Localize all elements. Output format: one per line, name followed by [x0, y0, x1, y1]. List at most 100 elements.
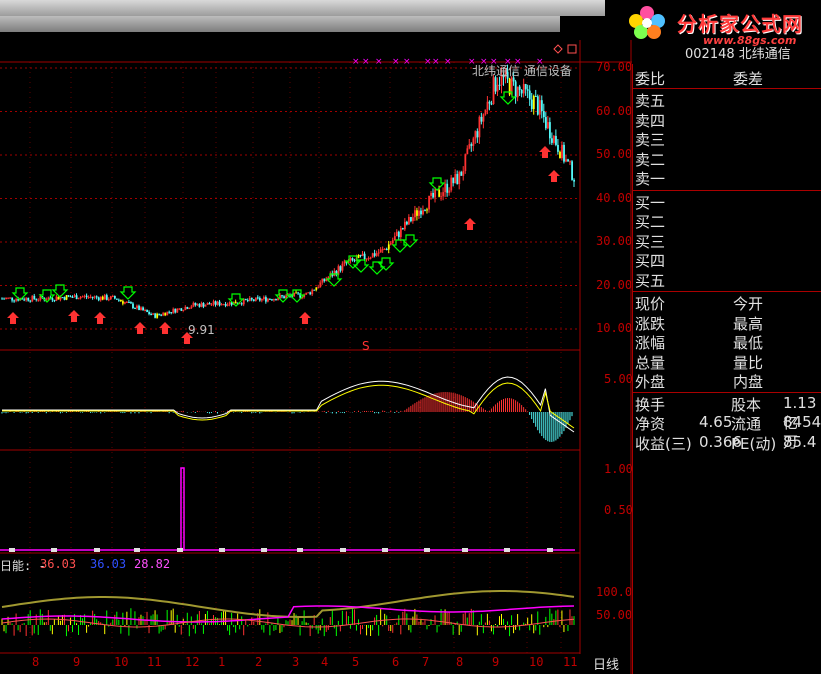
chart-area[interactable]: × × × × × × × × × × × × × × [0, 40, 632, 674]
candle-body [81, 296, 84, 298]
candle-body [317, 287, 320, 289]
period-label[interactable]: 日线 [593, 654, 619, 673]
candle-body [281, 295, 283, 297]
indicator-dot [9, 548, 15, 552]
candle-body [113, 296, 116, 299]
candle-body [152, 313, 155, 315]
buy-level-label: 买五 [635, 271, 666, 290]
date-tick-label: 10 [114, 655, 129, 669]
candle-body [323, 278, 326, 282]
price-tick-label: 30.00 [596, 234, 633, 248]
candle-body [254, 297, 257, 301]
candle-body [97, 297, 100, 301]
candle-body [194, 302, 197, 306]
candlestick-series [1, 64, 575, 319]
buy-level-label: 买一 [635, 193, 666, 212]
candle-body [526, 89, 529, 91]
candle-body [404, 221, 406, 230]
candle-body [518, 86, 521, 90]
candle-body [93, 296, 96, 298]
candle-body [208, 303, 211, 305]
candle-body [559, 151, 561, 159]
toolbar-strip [0, 16, 560, 32]
candle-body [494, 77, 497, 92]
candle-body [61, 297, 64, 299]
candle-body [480, 116, 483, 122]
candle-body [565, 159, 567, 162]
stat-field-label: 流通 [731, 415, 762, 433]
candle-body [283, 296, 285, 299]
candle-body [311, 289, 314, 295]
candle-body [520, 89, 523, 94]
candle-body [83, 295, 86, 297]
candle-body [381, 249, 384, 251]
candle-body [464, 154, 467, 171]
candle-body [242, 298, 245, 305]
candle-body [569, 161, 571, 163]
quote-field-label: 内盘 [733, 373, 764, 391]
candle-body [275, 298, 277, 301]
candle-body [309, 292, 312, 295]
candle-body [430, 192, 432, 196]
buy-arrow-icon [159, 322, 171, 334]
candle-body [71, 296, 74, 298]
signal-marker-icon: × [375, 57, 383, 67]
candle-body [101, 296, 104, 300]
candle-body [547, 122, 549, 129]
candle-body [389, 243, 392, 245]
candle-body [484, 109, 487, 115]
buy-arrow-icon [94, 312, 106, 324]
candle-body [263, 297, 265, 300]
signal-marker-icon: × [432, 57, 440, 67]
candle-body [13, 300, 16, 302]
candle-body [31, 295, 34, 302]
candle-body [454, 174, 457, 184]
candle-body [307, 292, 310, 294]
stat-field-value: 85.4 [783, 432, 817, 451]
candle-body [77, 298, 80, 300]
candle-body [555, 135, 557, 145]
quote-field-label: 外盘 [635, 373, 666, 391]
candle-body [315, 287, 318, 290]
sell-level-label: 卖四 [635, 111, 666, 130]
indicator-dot [219, 548, 225, 552]
volume-tick-label: 50.00 [596, 608, 633, 622]
candle-body [297, 292, 300, 294]
candle-body [111, 296, 114, 298]
candle-body [498, 84, 501, 86]
candle-body [319, 282, 322, 288]
buy-arrow-icon [539, 146, 551, 158]
indicator-tick-label: 1.00 [604, 462, 633, 476]
candle-body [259, 297, 261, 301]
quote-field-label: 涨跌 [635, 314, 666, 333]
weicha-label: 委差 [733, 70, 764, 88]
quote-field-label: 量比 [733, 353, 764, 372]
candle-body [442, 192, 445, 197]
indicator-dot [424, 548, 430, 552]
candle-body [206, 303, 209, 305]
candle-body [87, 296, 90, 298]
candle-body [438, 189, 441, 197]
candle-body [351, 258, 354, 261]
sell-level-label: 卖五 [635, 92, 666, 110]
candle-body [295, 292, 298, 294]
candle-body [357, 254, 360, 258]
candle-body [379, 249, 382, 253]
candle-body [514, 81, 517, 98]
buy-level-label: 买二 [635, 213, 666, 231]
quote-field-label: 今开 [733, 295, 764, 313]
quote-field-label: 涨幅 [635, 334, 666, 352]
stat-field-value: 4.65 [699, 413, 733, 431]
sell-arrow-icon [428, 177, 446, 191]
candle-body [353, 260, 356, 262]
vol-value-3: 28.82 [134, 557, 171, 571]
candle-body [470, 144, 473, 146]
date-tick-label: 11 [563, 655, 578, 669]
candle-body [402, 228, 404, 230]
candle-body [99, 296, 102, 301]
candle-body [142, 307, 144, 311]
chart-stock-label: 北纬通信 通信设备 [472, 64, 572, 78]
candle-body [29, 300, 32, 302]
candle-body [134, 308, 136, 310]
indicator-dot [94, 548, 100, 552]
